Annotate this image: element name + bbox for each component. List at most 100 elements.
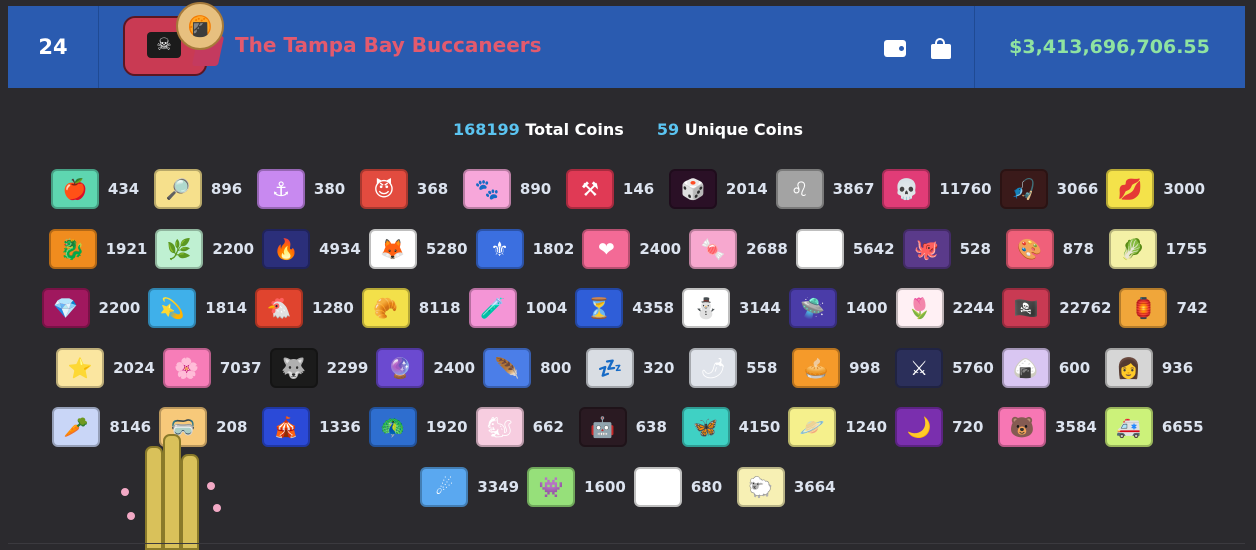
coin-icon[interactable]: 🐺 <box>269 347 318 388</box>
coin-icon[interactable]: 👾 <box>527 466 576 507</box>
coin-icon[interactable]: 🧪 <box>468 288 517 328</box>
coin-icon[interactable]: 💤 <box>586 347 635 388</box>
coin-item[interactable]: ⚔ 5760 <box>895 347 994 389</box>
coin-item[interactable]: 😈 368 <box>359 168 455 210</box>
coin-icon[interactable]: 👩 <box>1104 347 1153 388</box>
coin-icon[interactable]: 🌸 <box>162 347 211 388</box>
coin-icon[interactable]: 🎨 <box>1005 228 1054 269</box>
coin-icon[interactable]: 😈 <box>359 169 408 209</box>
coin-item[interactable]: 🦚 1920 <box>368 406 468 448</box>
coin-icon[interactable]: 🦋 <box>681 407 730 447</box>
coin-item[interactable]: 🚑 6655 <box>1104 406 1204 448</box>
coin-item[interactable]: 💫 1814 <box>148 287 247 329</box>
coin-item[interactable]: 🔥 4934 <box>262 228 361 270</box>
coin-item[interactable]: 💋 3000 <box>1106 168 1205 210</box>
coin-item[interactable]: 🔮 2400 <box>376 347 475 389</box>
coin-item[interactable]: 🐺 2299 <box>269 347 368 389</box>
coin-icon[interactable]: 🪶 <box>483 347 532 388</box>
coin-icon[interactable]: 🎲 <box>668 169 717 209</box>
coin-icon[interactable]: 🌿 <box>155 228 204 269</box>
shopping-bag-icon[interactable] <box>930 38 954 59</box>
coin-item[interactable]: 🐻 3584 <box>998 406 1097 448</box>
coin-icon[interactable]: 🍎 <box>50 169 99 209</box>
coin-icon[interactable]: 🏴‍☠️ <box>1002 288 1051 328</box>
coin-item[interactable]: 🌷 2244 <box>895 287 994 329</box>
coin-icon[interactable]: 🥧 <box>792 347 841 388</box>
coin-icon[interactable]: 💋 <box>1106 169 1155 209</box>
coin-icon[interactable]: 🪐 <box>788 407 837 447</box>
coin-icon[interactable]: ⚓ <box>256 169 305 209</box>
coin-icon[interactable]: 🦚 <box>368 407 417 447</box>
coin-item[interactable]: 👾 1600 <box>527 466 626 508</box>
coin-item[interactable]: ❤ 2400 <box>582 228 681 270</box>
coin-item[interactable]: ⚒ 146 <box>565 168 661 210</box>
coin-item[interactable]: 🦋 4150 <box>681 406 780 448</box>
coin-icon[interactable]: 🍬 <box>689 228 738 269</box>
coin-item[interactable]: 🐿 662 <box>475 406 571 448</box>
wallet-icon[interactable] <box>884 38 908 58</box>
coin-item[interactable]: 🎪 1336 <box>262 406 361 448</box>
coin-icon[interactable]: 🐾 <box>462 169 511 209</box>
coin-icon[interactable]: 🦊 <box>368 228 417 269</box>
coin-item[interactable]: 🏴‍☠️ 22762 <box>1002 287 1111 329</box>
coin-item[interactable]: 🦊 5280 <box>368 228 468 270</box>
coin-item[interactable]: 🍎 434 <box>50 168 146 210</box>
coin-item[interactable]: ⭐ 2024 <box>56 347 155 389</box>
coin-item[interactable]: 🥬 1755 <box>1108 228 1207 270</box>
coin-item[interactable]: 🐾 890 <box>462 168 558 210</box>
coin-item[interactable]: 🥧 998 <box>792 347 887 389</box>
coin-icon[interactable]: 💀 <box>882 169 931 209</box>
coin-item[interactable]: 💎 2200 <box>41 287 140 329</box>
coin-item[interactable]: ☄ 3349 <box>420 466 519 508</box>
coin-icon[interactable]: 🤖 <box>578 407 627 447</box>
coin-icon[interactable]: ♌ <box>775 169 824 209</box>
coin-icon[interactable]: ☄ <box>420 466 469 507</box>
coin-icon[interactable]: 🔎 <box>153 169 202 209</box>
coin-item[interactable]: ⚜ 1802 <box>475 228 574 270</box>
coin-icon[interactable]: 🐔 <box>255 288 304 328</box>
coin-icon[interactable]: 🐙 <box>902 228 951 269</box>
coin-icon[interactable]: 🏮 <box>1119 288 1168 328</box>
coin-icon[interactable]: ⚒ <box>565 169 614 209</box>
coin-icon[interactable]: ▶ <box>795 228 844 269</box>
coin-item[interactable]: ⚓ 380 <box>256 168 352 210</box>
coin-item[interactable]: ⏳ 4358 <box>575 287 674 329</box>
coin-icon[interactable]: ⭐ <box>56 347 105 388</box>
coin-icon[interactable]: ⛄ <box>682 288 731 328</box>
coin-icon[interactable]: 🍙 <box>1001 347 1050 388</box>
coin-item[interactable]: 🎲 2014 <box>668 168 768 210</box>
coin-icon[interactable]: ⏳ <box>575 288 624 328</box>
coin-item[interactable]: 🌸 7037 <box>162 347 262 389</box>
coin-icon[interactable]: 🚑 <box>1104 407 1153 447</box>
coin-icon[interactable]: 🐿 <box>475 407 524 447</box>
coin-icon[interactable]: 💎 <box>41 288 90 328</box>
coin-icon[interactable]: ❤ <box>582 228 631 269</box>
coin-item[interactable]: 🪶 800 <box>483 347 578 389</box>
coin-icon[interactable]: 🥕 <box>52 407 101 447</box>
coin-item[interactable]: 🌿 2200 <box>155 228 254 270</box>
coin-icon[interactable]: 🐑 <box>736 466 785 507</box>
coin-item[interactable]: 🌙 720 <box>895 406 990 448</box>
coin-icon[interactable]: 🥬 <box>1108 228 1157 269</box>
coin-item[interactable]: 🐑 3664 <box>736 466 836 508</box>
coin-item[interactable]: 🍙 600 <box>1001 347 1097 389</box>
coin-item[interactable]: 🎣 3066 <box>999 168 1098 210</box>
coin-item[interactable]: 👩 936 <box>1104 347 1200 389</box>
coin-icon[interactable]: 🎣 <box>999 169 1048 209</box>
coin-item[interactable]: 🐉 1921 <box>48 228 147 270</box>
coin-item[interactable]: 🧪 1004 <box>468 287 567 329</box>
coin-icon[interactable]: 🥐 <box>361 288 410 328</box>
coin-icon[interactable]: 🔮 <box>376 347 425 388</box>
coin-item[interactable]: 🤖 638 <box>578 406 674 448</box>
coin-item[interactable]: ☂ 680 <box>633 466 729 508</box>
coin-icon[interactable]: 🌶 <box>689 347 738 388</box>
coin-icon[interactable]: 🌷 <box>895 288 944 328</box>
coin-item[interactable]: ♌ 3867 <box>775 168 874 210</box>
coin-icon[interactable]: 🛸 <box>788 288 837 328</box>
coin-item[interactable]: 🌶 558 <box>689 347 784 389</box>
coin-icon[interactable]: 🐉 <box>48 228 97 269</box>
coin-item[interactable]: 🎨 878 <box>1005 228 1101 270</box>
coin-icon[interactable]: 🔥 <box>262 228 311 269</box>
coin-item[interactable]: 🐙 528 <box>902 228 998 270</box>
coin-item[interactable]: ▶ 5642 <box>795 228 895 270</box>
